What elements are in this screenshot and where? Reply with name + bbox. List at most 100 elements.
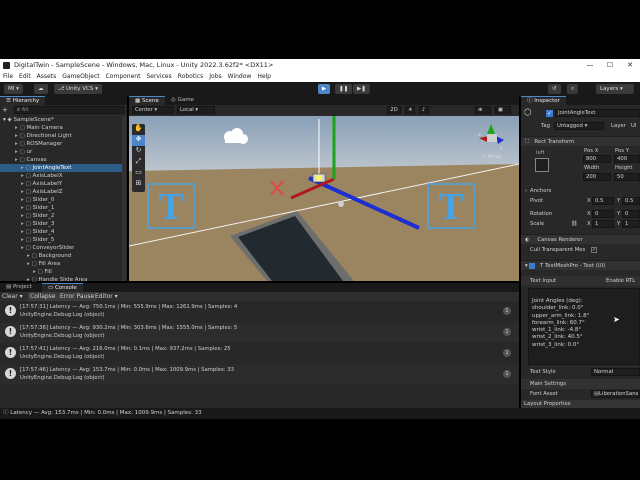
menu-edit[interactable]: Edit	[16, 72, 34, 82]
cull-transparent-checkbox[interactable]: ✓	[591, 247, 597, 253]
menu-help[interactable]: Help	[254, 72, 274, 82]
hierarchy-item[interactable]: ▸ ▢ Canvas	[0, 156, 122, 164]
tab-scene[interactable]: ▦ Scene	[129, 96, 165, 105]
menu-services[interactable]: Services	[143, 72, 174, 82]
hierarchy-search-input[interactable]: ⌕ All	[14, 106, 124, 114]
hierarchy-item[interactable]: ▸ ▢ Slider_4	[0, 228, 122, 236]
space-dropdown[interactable]: Local ▾	[177, 106, 215, 114]
tab-hierarchy[interactable]: ☰ Hierarchy	[0, 96, 46, 105]
gizmos-button[interactable]: ⊕	[475, 106, 491, 114]
scale-link-icon[interactable]: ⛓	[571, 221, 578, 227]
error-pause-toggle[interactable]: Error Pause	[58, 292, 97, 301]
scale-y-field[interactable]: 1	[622, 220, 640, 228]
menu-gameobject[interactable]: GameObject	[59, 72, 102, 82]
add-icon[interactable]: +	[2, 106, 10, 114]
layout-properties-bar[interactable]: Layout Properties	[521, 400, 640, 408]
menu-component[interactable]: Component	[103, 72, 144, 82]
menu-file[interactable]: File	[0, 72, 16, 82]
scene-canvas[interactable]: T T x z < Persp	[129, 116, 519, 281]
transform-center[interactable]	[316, 175, 322, 181]
transform-tool-icon[interactable]: ⊞	[132, 179, 145, 190]
pos-y-field[interactable]: 400	[614, 155, 640, 163]
pivot-x-field[interactable]: 0.5	[592, 197, 614, 205]
main-settings-header[interactable]: Main Settings	[521, 379, 640, 389]
hand-tool-icon[interactable]: ✋	[132, 124, 145, 135]
scene-view[interactable]: ▦ Scene ◎ Game Center ▾ Local ▾ 2D ☀ ♪ ⊕…	[129, 96, 519, 281]
hierarchy-item[interactable]: ▸ ▢ JointAngleText	[0, 164, 122, 172]
hierarchy-item[interactable]: ▸ ▢ ROSManager	[0, 140, 122, 148]
hierarchy-item[interactable]: ▸ ▢ Fill	[0, 268, 122, 276]
hierarchy-item[interactable]: ▸ ▢ Slider_1	[0, 204, 122, 212]
scale-tool-icon[interactable]: ⤢	[132, 157, 145, 168]
tab-project[interactable]: ▤ Project	[0, 283, 38, 292]
layer-value[interactable]: UI	[631, 123, 636, 129]
console-log-entry[interactable]: ! [17:57:36] Latency — Avg: 930.2ms | Min…	[0, 323, 519, 342]
pause-button[interactable]: ❚❚	[335, 84, 353, 94]
hierarchy-item[interactable]: ▸ ▢ Slider_2	[0, 212, 122, 220]
font-asset-field[interactable]: ▤LiberationSans	[591, 390, 640, 398]
active-checkbox[interactable]: ✓	[546, 110, 553, 117]
hierarchy-item[interactable]: ▸ ▢ Main Camera	[0, 124, 122, 132]
console-log-entry[interactable]: ! [17:57:41] Latency — Avg: 216.0ms | Min…	[0, 344, 519, 363]
robot-end-effector[interactable]	[338, 201, 344, 207]
rot-x-field[interactable]: 0	[592, 210, 614, 218]
vcs-button[interactable]: ⎇ Unity VCS ▾	[54, 84, 102, 94]
menu-jobs[interactable]: Jobs	[206, 72, 224, 82]
step-button[interactable]: ▶❚	[353, 84, 370, 94]
pivot-dropdown[interactable]: Center ▾	[132, 106, 174, 114]
play-button[interactable]: ▶	[318, 84, 331, 94]
hierarchy-item[interactable]: ▸ ▢ AxisLabelZ	[0, 188, 122, 196]
hierarchy-item[interactable]: ▸ ▢ ConveyorSlider	[0, 244, 122, 252]
move-tool-icon[interactable]: ✥	[132, 135, 145, 146]
rect-tool-icon[interactable]: ▭	[132, 168, 145, 179]
tab-console[interactable]: ▭ Console	[42, 283, 83, 292]
object-name-field[interactable]: JointAngleText	[555, 109, 640, 117]
pivot-y-field[interactable]: 0.5	[622, 197, 640, 205]
hierarchy-item[interactable]: ▸ ▢ Slider_0	[0, 196, 122, 204]
account-button[interactable]: MI ▾	[4, 84, 23, 94]
maximize-button[interactable]: ☐	[600, 59, 620, 72]
hierarchy-item[interactable]: ▸ ▢ Slider_3	[0, 220, 122, 228]
menu-assets[interactable]: Assets	[34, 72, 60, 82]
hierarchy-item[interactable]: ▸ ▢ Background	[0, 252, 122, 260]
menu-robotics[interactable]: Robotics	[175, 72, 207, 82]
layers-dropdown[interactable]: Layers ▾	[596, 84, 634, 94]
editor-dropdown[interactable]: Editor ▾	[95, 292, 118, 301]
2d-toggle[interactable]: 2D	[387, 106, 401, 114]
pos-x-field[interactable]: 800	[583, 155, 611, 163]
anchors-row[interactable]: › Anchors	[521, 188, 640, 196]
search-button[interactable]: ⌕	[567, 84, 579, 94]
hierarchy-item[interactable]: ▸ ▢ AxisLabelX	[0, 172, 122, 180]
cloud-button[interactable]: ☁	[34, 84, 48, 94]
audio-toggle[interactable]: ♪	[419, 106, 429, 114]
tmp-enabled-checkbox[interactable]	[529, 262, 536, 269]
rect-transform-header[interactable]: ⛶ Rect Transform	[521, 136, 640, 146]
undo-history-button[interactable]: ↺	[548, 84, 561, 94]
tab-game[interactable]: ◎ Game	[165, 96, 200, 105]
minimize-button[interactable]: —	[580, 59, 600, 72]
hierarchy-item[interactable]: ▸ ▢ Slider_5	[0, 236, 122, 244]
hierarchy-item[interactable]: ▸ ▢ ur	[0, 148, 122, 156]
hierarchy-item[interactable]: ▸ ▢ Fill Area	[0, 260, 122, 268]
perspective-label[interactable]: < Persp	[482, 154, 502, 160]
tag-dropdown[interactable]: Untagged ▾	[554, 122, 604, 130]
hierarchy-item[interactable]: ▸ ▢ AxisLabelY	[0, 180, 122, 188]
console-log-entry[interactable]: ! [17:57:46] Latency — Avg: 153.7ms | Min…	[0, 365, 519, 384]
close-button[interactable]: ✕	[620, 59, 640, 72]
text-input-area[interactable]: Joint Angles (deg): shoulder_link: 0.0° up…	[528, 288, 640, 365]
hierarchy-item[interactable]: ▸ ▢ Directional Light	[0, 132, 122, 140]
collapse-toggle[interactable]: Collapse	[28, 292, 58, 301]
lighting-toggle[interactable]: ☀	[405, 106, 415, 114]
scene-camera-button[interactable]: ▣	[495, 106, 511, 114]
canvas-renderer-header[interactable]: ◐ Canvas Renderer	[521, 234, 640, 244]
hierarchy-scrollbar[interactable]	[122, 116, 126, 281]
hierarchy-item[interactable]: ▾ ◈ SampleScene*	[0, 116, 122, 124]
console-log-entry[interactable]: ! [17:57:31] Latency — Avg: 750.1ms | Min…	[0, 302, 519, 321]
rotate-tool-icon[interactable]: ↻	[132, 146, 145, 157]
tab-inspector[interactable]: ⓘ Inspector	[521, 96, 566, 105]
textmeshpro-header[interactable]: ▾ T TextMeshPro - Text (UI)	[521, 260, 640, 270]
text-style-dropdown[interactable]: Normal	[591, 368, 640, 376]
height-field[interactable]: 50	[614, 173, 640, 181]
scale-x-field[interactable]: 1	[592, 220, 614, 228]
anchor-preset-button[interactable]	[535, 158, 549, 172]
